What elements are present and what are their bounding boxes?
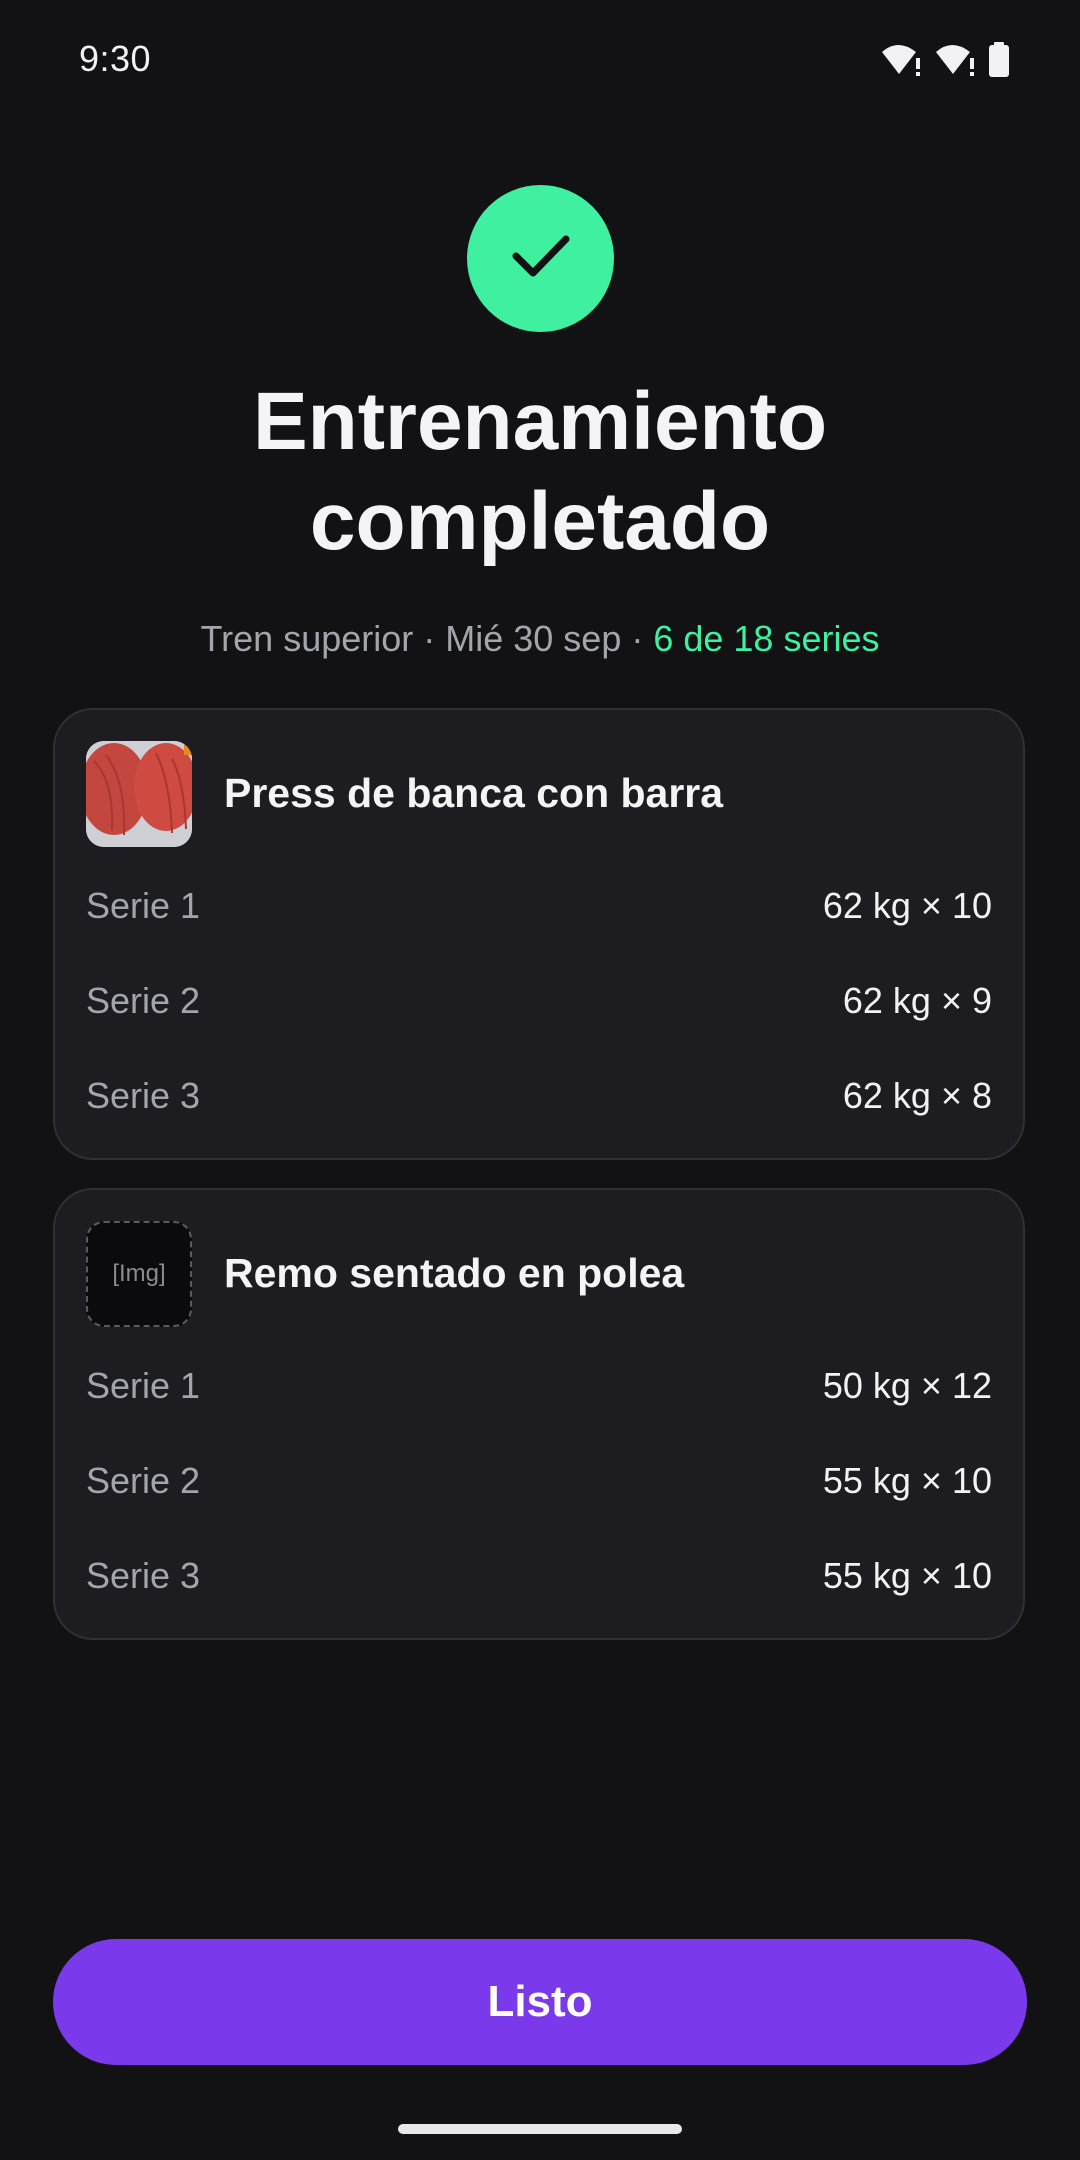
set-value: 55 kg × 10: [822, 1460, 992, 1501]
set-value: 62 kg × 8: [842, 1075, 992, 1116]
set-label: Serie 2: [86, 1460, 201, 1501]
series-count: 6 de 18 series: [653, 618, 880, 659]
status-bar: 9:30: [0, 0, 1080, 120]
set-row: Serie 2 62 kg × 9: [86, 976, 992, 1026]
exercise-name: Press de banca con barra: [224, 770, 724, 816]
exercise-card: [Img] Remo sentado en polea Serie 1 50 k…: [53, 1188, 1025, 1640]
workout-summary: Tren superior · Mié 30 sep · 6 de 18 ser…: [40, 618, 1040, 660]
set-row: Serie 1 62 kg × 10: [86, 881, 992, 931]
set-value: 62 kg × 9: [842, 980, 992, 1021]
set-row: Serie 1 50 kg × 12: [86, 1361, 992, 1411]
page-title: Entrenamiento completado: [40, 372, 1040, 572]
set-row: Serie 3 62 kg × 8: [86, 1071, 992, 1121]
set-value: 55 kg × 10: [822, 1555, 992, 1596]
set-value: 62 kg × 10: [822, 885, 992, 926]
exercise-name: Remo sentado en polea: [224, 1250, 685, 1296]
set-label: Serie 1: [86, 1365, 201, 1406]
title-line-1: Entrenamiento: [252, 376, 828, 467]
title-line-2: completado: [309, 476, 771, 567]
check-icon: [510, 231, 572, 286]
battery-icon: [988, 42, 1010, 78]
workout-summary-text: Tren superior · Mié 30 sep ·: [200, 618, 654, 659]
set-label: Serie 2: [86, 980, 201, 1021]
set-row: Serie 3 55 kg × 10: [86, 1551, 992, 1601]
wifi-alert-icon: [880, 42, 924, 78]
set-label: Serie 3: [86, 1555, 201, 1596]
set-label: Serie 3: [86, 1075, 201, 1116]
exercise-thumbnail: [86, 741, 192, 847]
exercise-thumbnail-placeholder: [Img]: [86, 1221, 192, 1327]
home-indicator[interactable]: [398, 2124, 682, 2134]
done-button[interactable]: Listo: [53, 1939, 1027, 2065]
status-time: 9:30: [79, 38, 152, 79]
success-check-badge: [467, 185, 614, 332]
set-label: Serie 1: [86, 885, 201, 926]
set-row: Serie 2 55 kg × 10: [86, 1456, 992, 1506]
set-value: 50 kg × 12: [822, 1365, 992, 1406]
workout-complete-screen: 9:30 Entrenamiento completado Tren super…: [0, 0, 1080, 2160]
exercise-card: Press de banca con barra Serie 1 62 kg ×…: [53, 708, 1025, 1160]
status-icons: [880, 42, 1010, 78]
wifi-alert-icon: [934, 42, 978, 78]
